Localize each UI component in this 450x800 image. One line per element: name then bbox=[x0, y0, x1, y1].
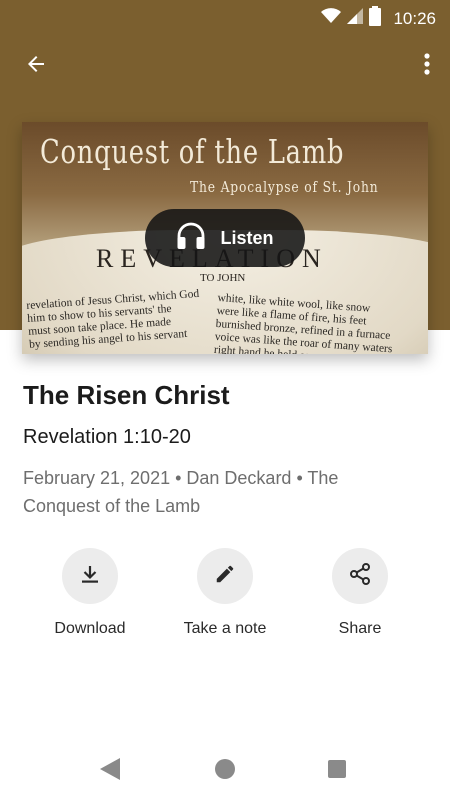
app-bar bbox=[0, 40, 450, 90]
download-icon bbox=[78, 562, 102, 591]
artwork-subtitle: The Apocalypse of St. John bbox=[190, 178, 379, 196]
share-circle[interactable] bbox=[332, 548, 388, 604]
nav-back-icon[interactable] bbox=[100, 758, 120, 785]
more-options-button[interactable] bbox=[412, 46, 442, 86]
status-time: 10:26 bbox=[393, 8, 436, 28]
download-button[interactable]: Download bbox=[30, 548, 150, 638]
scripture-reference: Revelation 1:10-20 bbox=[23, 426, 191, 448]
cellular-signal-icon bbox=[347, 8, 364, 29]
listen-button[interactable]: Listen bbox=[145, 209, 305, 267]
wifi-icon bbox=[321, 8, 342, 29]
action-row: Download Take a note Share bbox=[0, 548, 450, 648]
take-note-button[interactable]: Take a note bbox=[165, 548, 285, 638]
share-label: Share bbox=[338, 620, 382, 637]
take-note-label: Take a note bbox=[183, 620, 267, 637]
take-note-circle[interactable] bbox=[197, 548, 253, 604]
episode-meta: February 21, 2021 • Dan Deckard • The Co… bbox=[23, 468, 339, 516]
more-vertical-icon bbox=[424, 52, 430, 80]
battery-icon bbox=[369, 6, 382, 31]
share-button[interactable]: Share bbox=[300, 548, 420, 638]
episode-title: The Risen Christ bbox=[23, 380, 230, 410]
back-button[interactable] bbox=[16, 46, 56, 86]
status-bar: 10:26 bbox=[0, 0, 450, 32]
download-label: Download bbox=[54, 620, 126, 637]
artwork-book-subheading: TO JOHN bbox=[200, 272, 246, 284]
listen-label: Listen bbox=[220, 227, 274, 248]
headphones-icon bbox=[176, 222, 206, 255]
artwork-title: Conquest of the Lamb bbox=[40, 132, 345, 171]
system-nav-bar bbox=[0, 740, 450, 800]
arrow-left-icon bbox=[24, 52, 48, 81]
pencil-icon bbox=[214, 563, 236, 590]
nav-recents-icon[interactable] bbox=[328, 760, 346, 778]
status-icons: 10:26 bbox=[321, 6, 436, 31]
share-icon bbox=[348, 562, 372, 591]
download-circle[interactable] bbox=[62, 548, 118, 604]
nav-home-icon[interactable] bbox=[215, 759, 235, 779]
